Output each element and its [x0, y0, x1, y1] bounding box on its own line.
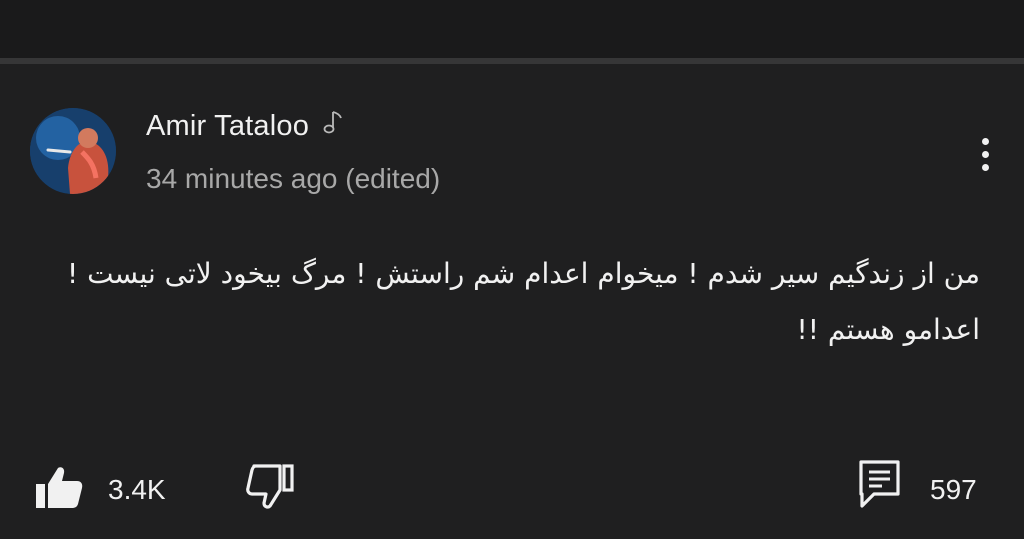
avatar[interactable]	[30, 108, 116, 194]
more-dot	[981, 150, 989, 158]
section-divider	[0, 58, 1024, 64]
more-dot	[981, 163, 989, 171]
dislike-button[interactable]	[244, 462, 296, 512]
comment-text: من از زندگیم سیر شدم ! میخوام اعدام شم ر…	[66, 257, 980, 346]
like-count: 3.4K	[108, 474, 166, 505]
more-vertical-icon	[981, 137, 989, 145]
reply-count: 597	[930, 474, 977, 505]
music-note-icon	[321, 109, 343, 137]
comment-screen: Amir Tataloo 34 minutes ago (edited) من …	[0, 0, 1024, 539]
author-name[interactable]: Amir Tataloo	[146, 110, 309, 143]
comment-icon	[859, 460, 900, 508]
avatar-image	[30, 108, 116, 194]
thumbs-up-icon	[36, 467, 83, 508]
comment-timestamp: 34 minutes ago (edited)	[146, 163, 441, 194]
comment-action-bar: 3.4K 597	[0, 458, 1024, 522]
top-band	[0, 0, 1024, 58]
reply-button[interactable]	[856, 458, 906, 512]
more-options-button[interactable]	[970, 130, 1000, 178]
thumbs-down-icon	[246, 464, 294, 509]
author-row: Amir Tataloo	[146, 110, 343, 143]
like-button[interactable]	[34, 462, 84, 512]
